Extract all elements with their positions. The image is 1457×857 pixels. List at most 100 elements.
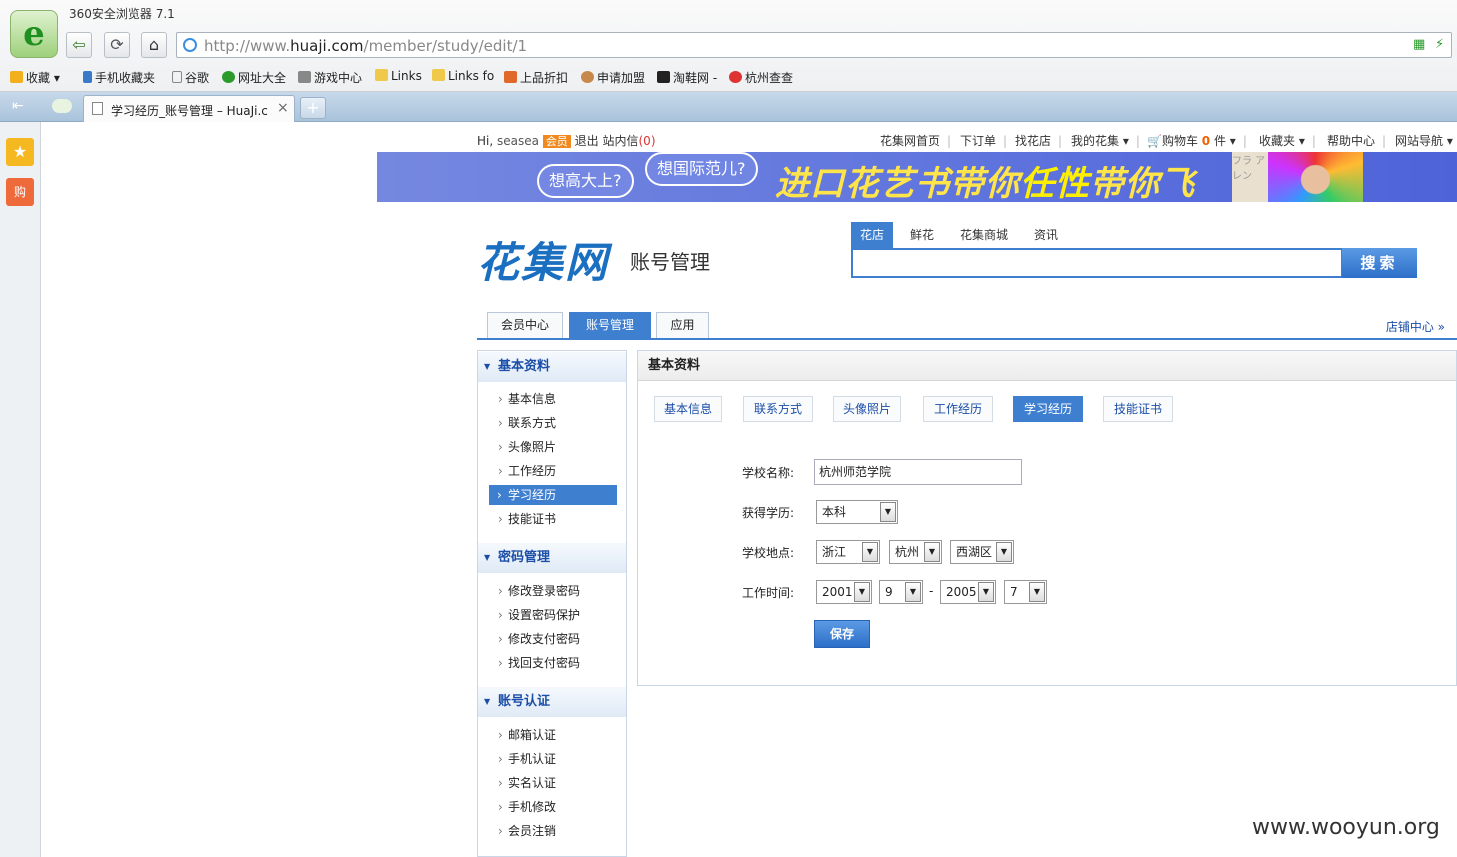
user-greeting: Hi, seasea 会员 退出 站内信(0) — [477, 134, 656, 148]
search-tab-mall[interactable]: 花集商城 — [951, 222, 1017, 248]
tab-apps[interactable]: 应用 — [656, 312, 709, 338]
search-tab-shop[interactable]: 花店 — [851, 222, 894, 248]
degree-label: 获得学历: — [742, 506, 795, 520]
subtab-study[interactable]: 学习经历 — [1013, 396, 1083, 422]
end-month-select[interactable]: 7 ▼ — [1004, 580, 1047, 604]
menu-item-pwd-protection[interactable]: 设置密码保护 — [496, 605, 606, 625]
address-url[interactable]: http://www.huaji.com/member/study/edit/1 — [204, 37, 527, 55]
subtab-contact[interactable]: 联系方式 — [743, 396, 813, 422]
menu-item-phone-change[interactable]: 手机修改 — [496, 797, 606, 817]
page-globe-icon — [183, 38, 197, 52]
plus-circle-icon — [222, 71, 235, 83]
taoxie-icon — [657, 71, 670, 83]
messages-link[interactable]: 站内信 — [602, 134, 638, 148]
menu-item-avatar[interactable]: 头像照片 — [496, 437, 606, 457]
shop-center-link[interactable]: 店铺中心 » — [1386, 318, 1445, 335]
page-icon — [172, 71, 182, 83]
folder-icon — [432, 69, 445, 81]
subtab-avatar[interactable]: 头像照片 — [833, 396, 901, 422]
tab-current[interactable]: 学习经历_账号管理 – HuaJi.c × — [83, 95, 295, 122]
menu-item-realname-verify[interactable]: 实名认证 — [496, 773, 606, 793]
banner-bubble-2: 想国际范儿? — [645, 152, 758, 186]
nav-favorites[interactable]: 收藏夹 ▾ | — [1259, 132, 1316, 149]
tab-member-center[interactable]: 会员中心 — [487, 312, 563, 338]
nav-order[interactable]: 下订单 | — [960, 132, 1007, 149]
bookmark-links-fo[interactable]: Links fo — [432, 69, 494, 83]
degree-select[interactable]: 本科 ▼ — [816, 500, 898, 524]
logout-link[interactable]: 退出 — [575, 134, 599, 148]
promo-banner[interactable]: 想高大上? 想国际范儿? 进口花艺书带你任性带你飞 フラ アレン — [377, 152, 1457, 202]
bookmark-favorites[interactable]: 收藏 ▾ — [10, 69, 60, 86]
account-side-menu: 基本资料 基本信息 联系方式 头像照片 工作经历 学习经历 技能证书 密码管理 … — [477, 350, 627, 857]
back-button[interactable]: ⇦ — [66, 32, 92, 58]
search-button[interactable]: 搜索 — [1342, 248, 1417, 278]
menu-section-basic[interactable]: 基本资料 — [478, 352, 626, 382]
search-input[interactable] — [851, 248, 1343, 278]
search-tab-flowers[interactable]: 鲜花 — [901, 222, 943, 248]
star-icon — [10, 71, 23, 83]
nav-site-map[interactable]: 网站导航 ▾ — [1395, 132, 1453, 149]
menu-item-phone-verify[interactable]: 手机认证 — [496, 749, 606, 769]
shopping-bag-icon[interactable]: 购 — [6, 178, 34, 206]
bookmark-mobile[interactable]: 手机收藏夹 — [83, 69, 155, 86]
menu-section-verification[interactable]: 账号认证 — [478, 687, 626, 717]
subtab-certificates[interactable]: 技能证书 — [1103, 396, 1173, 422]
end-year-select[interactable]: 2005 ▼ — [940, 580, 996, 604]
bookmark-hzcc[interactable]: 杭州查查 — [729, 69, 793, 86]
school-name-input[interactable]: 杭州师范学院 — [814, 459, 1022, 485]
address-bar[interactable]: http://www.huaji.com/member/study/edit/1… — [176, 32, 1452, 58]
nav-help[interactable]: 帮助中心 | — [1327, 132, 1386, 149]
bookmark-taoxie[interactable]: 淘鞋网 - — [657, 69, 717, 86]
menu-item-contact[interactable]: 联系方式 — [496, 413, 606, 433]
tab-account-management[interactable]: 账号管理 — [569, 312, 651, 340]
new-tab-button[interactable]: + — [300, 97, 326, 119]
start-month-select[interactable]: 9 ▼ — [879, 580, 923, 604]
bookmark-games[interactable]: 游戏中心 — [298, 69, 362, 86]
banner-flower-portrait-image — [1268, 152, 1363, 202]
home-button[interactable]: ⌂ — [141, 32, 167, 58]
bookmark-sites[interactable]: 网址大全 — [222, 69, 286, 86]
menu-item-cancel-account[interactable]: 会员注销 — [496, 821, 606, 841]
city-select[interactable]: 杭州 ▼ — [889, 540, 942, 564]
flower-icon — [729, 71, 742, 83]
refresh-button[interactable]: ⟳ — [104, 32, 130, 58]
nav-find-shop[interactable]: 找花店 | — [1015, 132, 1062, 149]
menu-item-email-verify[interactable]: 邮箱认证 — [496, 725, 606, 745]
site-logo[interactable]: 花集网 — [477, 229, 609, 290]
username[interactable]: seasea — [497, 134, 539, 148]
nav-cart[interactable]: 🛒购物车 0 件 ▾ | — [1147, 132, 1247, 149]
cloud-icon[interactable] — [52, 99, 72, 113]
nav-my-huaji[interactable]: 我的花集 ▾ | — [1071, 132, 1140, 149]
menu-item-basic-info[interactable]: 基本信息 — [496, 389, 606, 409]
dropdown-arrow-icon: ▼ — [978, 582, 994, 602]
bookmark-shangpin[interactable]: 上品折扣 — [504, 69, 568, 86]
subtab-basic-info[interactable]: 基本信息 — [654, 396, 722, 422]
speed-mode-icon[interactable]: ⚡ — [1435, 37, 1444, 52]
menu-item-change-login-pwd[interactable]: 修改登录密码 — [496, 581, 606, 601]
menu-section-password[interactable]: 密码管理 — [478, 543, 626, 573]
save-button[interactable]: 保存 — [814, 620, 870, 648]
favorites-star-icon[interactable]: ★ — [6, 138, 34, 166]
nav-home[interactable]: 花集网首页 | — [880, 132, 951, 149]
bookmark-google[interactable]: 谷歌 — [172, 69, 209, 86]
browser-logo-icon[interactable]: e — [10, 10, 58, 58]
search-tab-news[interactable]: 资讯 — [1025, 222, 1067, 248]
menu-item-study[interactable]: 学习经历 — [489, 485, 617, 505]
district-select[interactable]: 西湖区 ▼ — [950, 540, 1014, 564]
bookmark-join[interactable]: 申请加盟 — [581, 69, 645, 86]
bookmark-links[interactable]: Links — [375, 69, 422, 83]
dropdown-arrow-icon: ▼ — [924, 542, 940, 562]
menu-item-recover-pay-pwd[interactable]: 找回支付密码 — [496, 653, 606, 673]
menu-item-certificates[interactable]: 技能证书 — [496, 509, 606, 529]
start-year-select[interactable]: 2001 ▼ — [816, 580, 872, 604]
browser-tabbar: ⇤ 学习经历_账号管理 – HuaJi.c × + — [0, 92, 1457, 122]
qr-code-icon[interactable]: ▦ — [1413, 37, 1425, 52]
browser-toolbar: e 360安全浏览器 7.1 ⇦ ⟳ ⌂ http://www.huaji.co… — [0, 0, 1457, 92]
menu-item-change-pay-pwd[interactable]: 修改支付密码 — [496, 629, 606, 649]
tab-close-icon[interactable]: × — [277, 100, 289, 116]
sidebar-toggle-icon[interactable]: ⇤ — [12, 98, 24, 114]
menu-item-work[interactable]: 工作经历 — [496, 461, 606, 481]
subtab-work[interactable]: 工作经历 — [923, 396, 993, 422]
province-select[interactable]: 浙江 ▼ — [816, 540, 880, 564]
period-separator: - — [929, 584, 934, 598]
